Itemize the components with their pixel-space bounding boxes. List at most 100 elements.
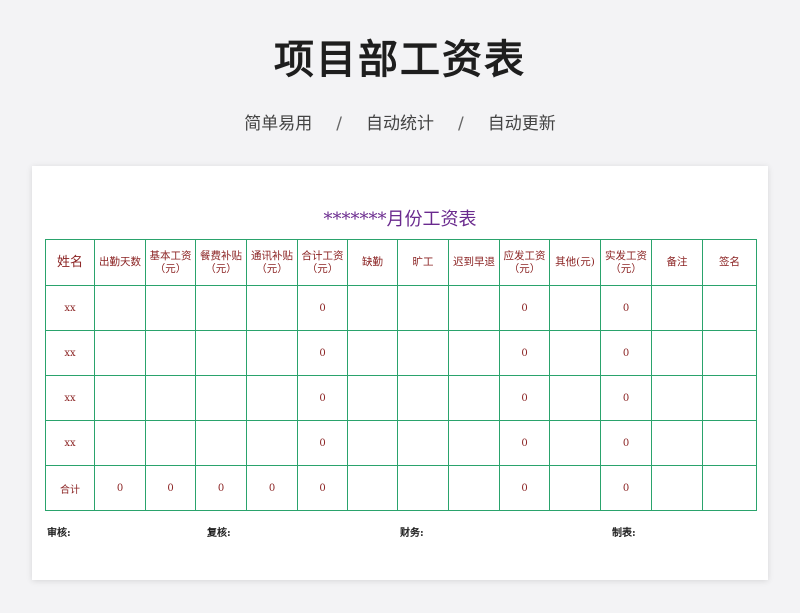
table-cell: 0	[297, 330, 348, 376]
table-cell	[94, 330, 146, 376]
table-cell: 0	[600, 330, 652, 376]
table-cell	[702, 330, 757, 376]
table-cell	[397, 330, 449, 376]
table-cell	[397, 285, 449, 331]
table-cell	[195, 330, 247, 376]
table-cell	[448, 375, 500, 421]
table-cell	[145, 330, 196, 376]
header-cell: 备注	[651, 239, 703, 286]
payroll-table: 姓名 出勤天数 基本工资（元） 餐费补贴（元） 通讯补贴（元） 合计工资（元） …	[45, 239, 757, 511]
table-cell: 0	[297, 285, 348, 331]
feature-easy: 简单易用	[244, 114, 313, 134]
finance-label: 财务:	[400, 528, 424, 539]
table-cell	[246, 420, 298, 466]
table-cell	[397, 375, 449, 421]
table-cell	[651, 420, 703, 466]
table-cell	[347, 465, 398, 511]
table-cell: xx	[45, 330, 95, 376]
header-cell: 签名	[702, 239, 757, 286]
table-cell: 0	[499, 420, 550, 466]
header-cell: 缺勤	[347, 239, 398, 286]
table-cell	[702, 375, 757, 421]
table-cell	[549, 465, 601, 511]
table-cell	[702, 285, 757, 331]
table-cell	[246, 330, 298, 376]
table-cell	[94, 420, 146, 466]
table-cell	[347, 285, 398, 331]
table-cell: 0	[145, 465, 196, 511]
table-cell: 0	[600, 285, 652, 331]
table-cell	[448, 465, 500, 511]
table-cell	[651, 330, 703, 376]
table-cell	[347, 330, 398, 376]
recheck-label: 复核:	[207, 528, 231, 539]
header-cell: 通讯补贴（元）	[246, 239, 298, 286]
table-cell: 0	[600, 375, 652, 421]
table-cell	[702, 465, 757, 511]
table-cell: 0	[499, 375, 550, 421]
table-cell: 合计	[45, 465, 95, 511]
table-cell	[651, 285, 703, 331]
table-cell	[448, 420, 500, 466]
table-cell	[246, 285, 298, 331]
feature-auto-update: 自动更新	[487, 114, 556, 134]
table-cell: 0	[195, 465, 247, 511]
header-cell: 合计工资（元）	[297, 239, 348, 286]
table-cell	[549, 330, 601, 376]
header-cell: 实发工资（元）	[600, 239, 652, 286]
header-row: 姓名 出勤天数 基本工资（元） 餐费补贴（元） 通讯补贴（元） 合计工资（元） …	[45, 239, 757, 286]
table-cell	[145, 285, 196, 331]
table-cell: 0	[297, 375, 348, 421]
table-cell	[651, 465, 703, 511]
table-cell: xx	[45, 375, 95, 421]
header-cell: 旷工	[397, 239, 449, 286]
table-cell	[347, 420, 398, 466]
table-cell	[549, 420, 601, 466]
separator: /	[336, 114, 342, 134]
table-cell: 0	[499, 330, 550, 376]
table-cell: xx	[45, 420, 95, 466]
header-cell: 应发工资（元）	[499, 239, 550, 286]
table-cell	[549, 285, 601, 331]
table-cell	[145, 420, 196, 466]
table-cell	[397, 465, 449, 511]
table-row: xx 0 0 0	[45, 420, 757, 466]
table-row: xx 0 0 0	[45, 285, 757, 331]
spreadsheet-preview: *******月份工资表 姓名 出勤天数 基本工资（元） 餐费补贴（元） 通讯补…	[32, 166, 768, 580]
table-cell: xx	[45, 285, 95, 331]
table-cell	[195, 420, 247, 466]
table-cell	[347, 375, 398, 421]
header-cell: 基本工资（元）	[145, 239, 196, 286]
table-cell	[702, 420, 757, 466]
table-row: xx 0 0 0	[45, 375, 757, 421]
table-cell: 0	[600, 465, 652, 511]
page-title: 项目部工资表	[274, 37, 526, 83]
header-cell: 姓名	[45, 239, 95, 286]
table-cell	[246, 375, 298, 421]
review-label: 审核:	[47, 528, 71, 539]
table-cell	[145, 375, 196, 421]
feature-tagline: 简单易用 / 自动统计 / 自动更新	[0, 112, 800, 136]
table-row: xx 0 0 0	[45, 330, 757, 376]
header-cell: 出勤天数	[94, 239, 146, 286]
table-cell	[448, 285, 500, 331]
table-cell: 0	[94, 465, 146, 511]
table-cell	[195, 375, 247, 421]
table-cell	[651, 375, 703, 421]
header-cell: 其他(元)	[549, 239, 601, 286]
table-cell: 0	[499, 465, 550, 511]
prepared-by-label: 制表:	[612, 528, 636, 539]
table-cell	[448, 330, 500, 376]
total-row: 合计 0 0 0 0 0 0 0	[45, 465, 757, 511]
table-cell: 0	[246, 465, 298, 511]
sheet-title: *******月份工资表	[323, 209, 477, 230]
table-cell: 0	[297, 420, 348, 466]
header-cell: 迟到早退	[448, 239, 500, 286]
table-cell: 0	[297, 465, 348, 511]
table-cell: 0	[499, 285, 550, 331]
header-cell: 餐费补贴（元）	[195, 239, 247, 286]
table-cell: 0	[600, 420, 652, 466]
feature-auto-stats: 自动统计	[366, 114, 434, 134]
table-cell	[397, 420, 449, 466]
table-cell	[549, 375, 601, 421]
